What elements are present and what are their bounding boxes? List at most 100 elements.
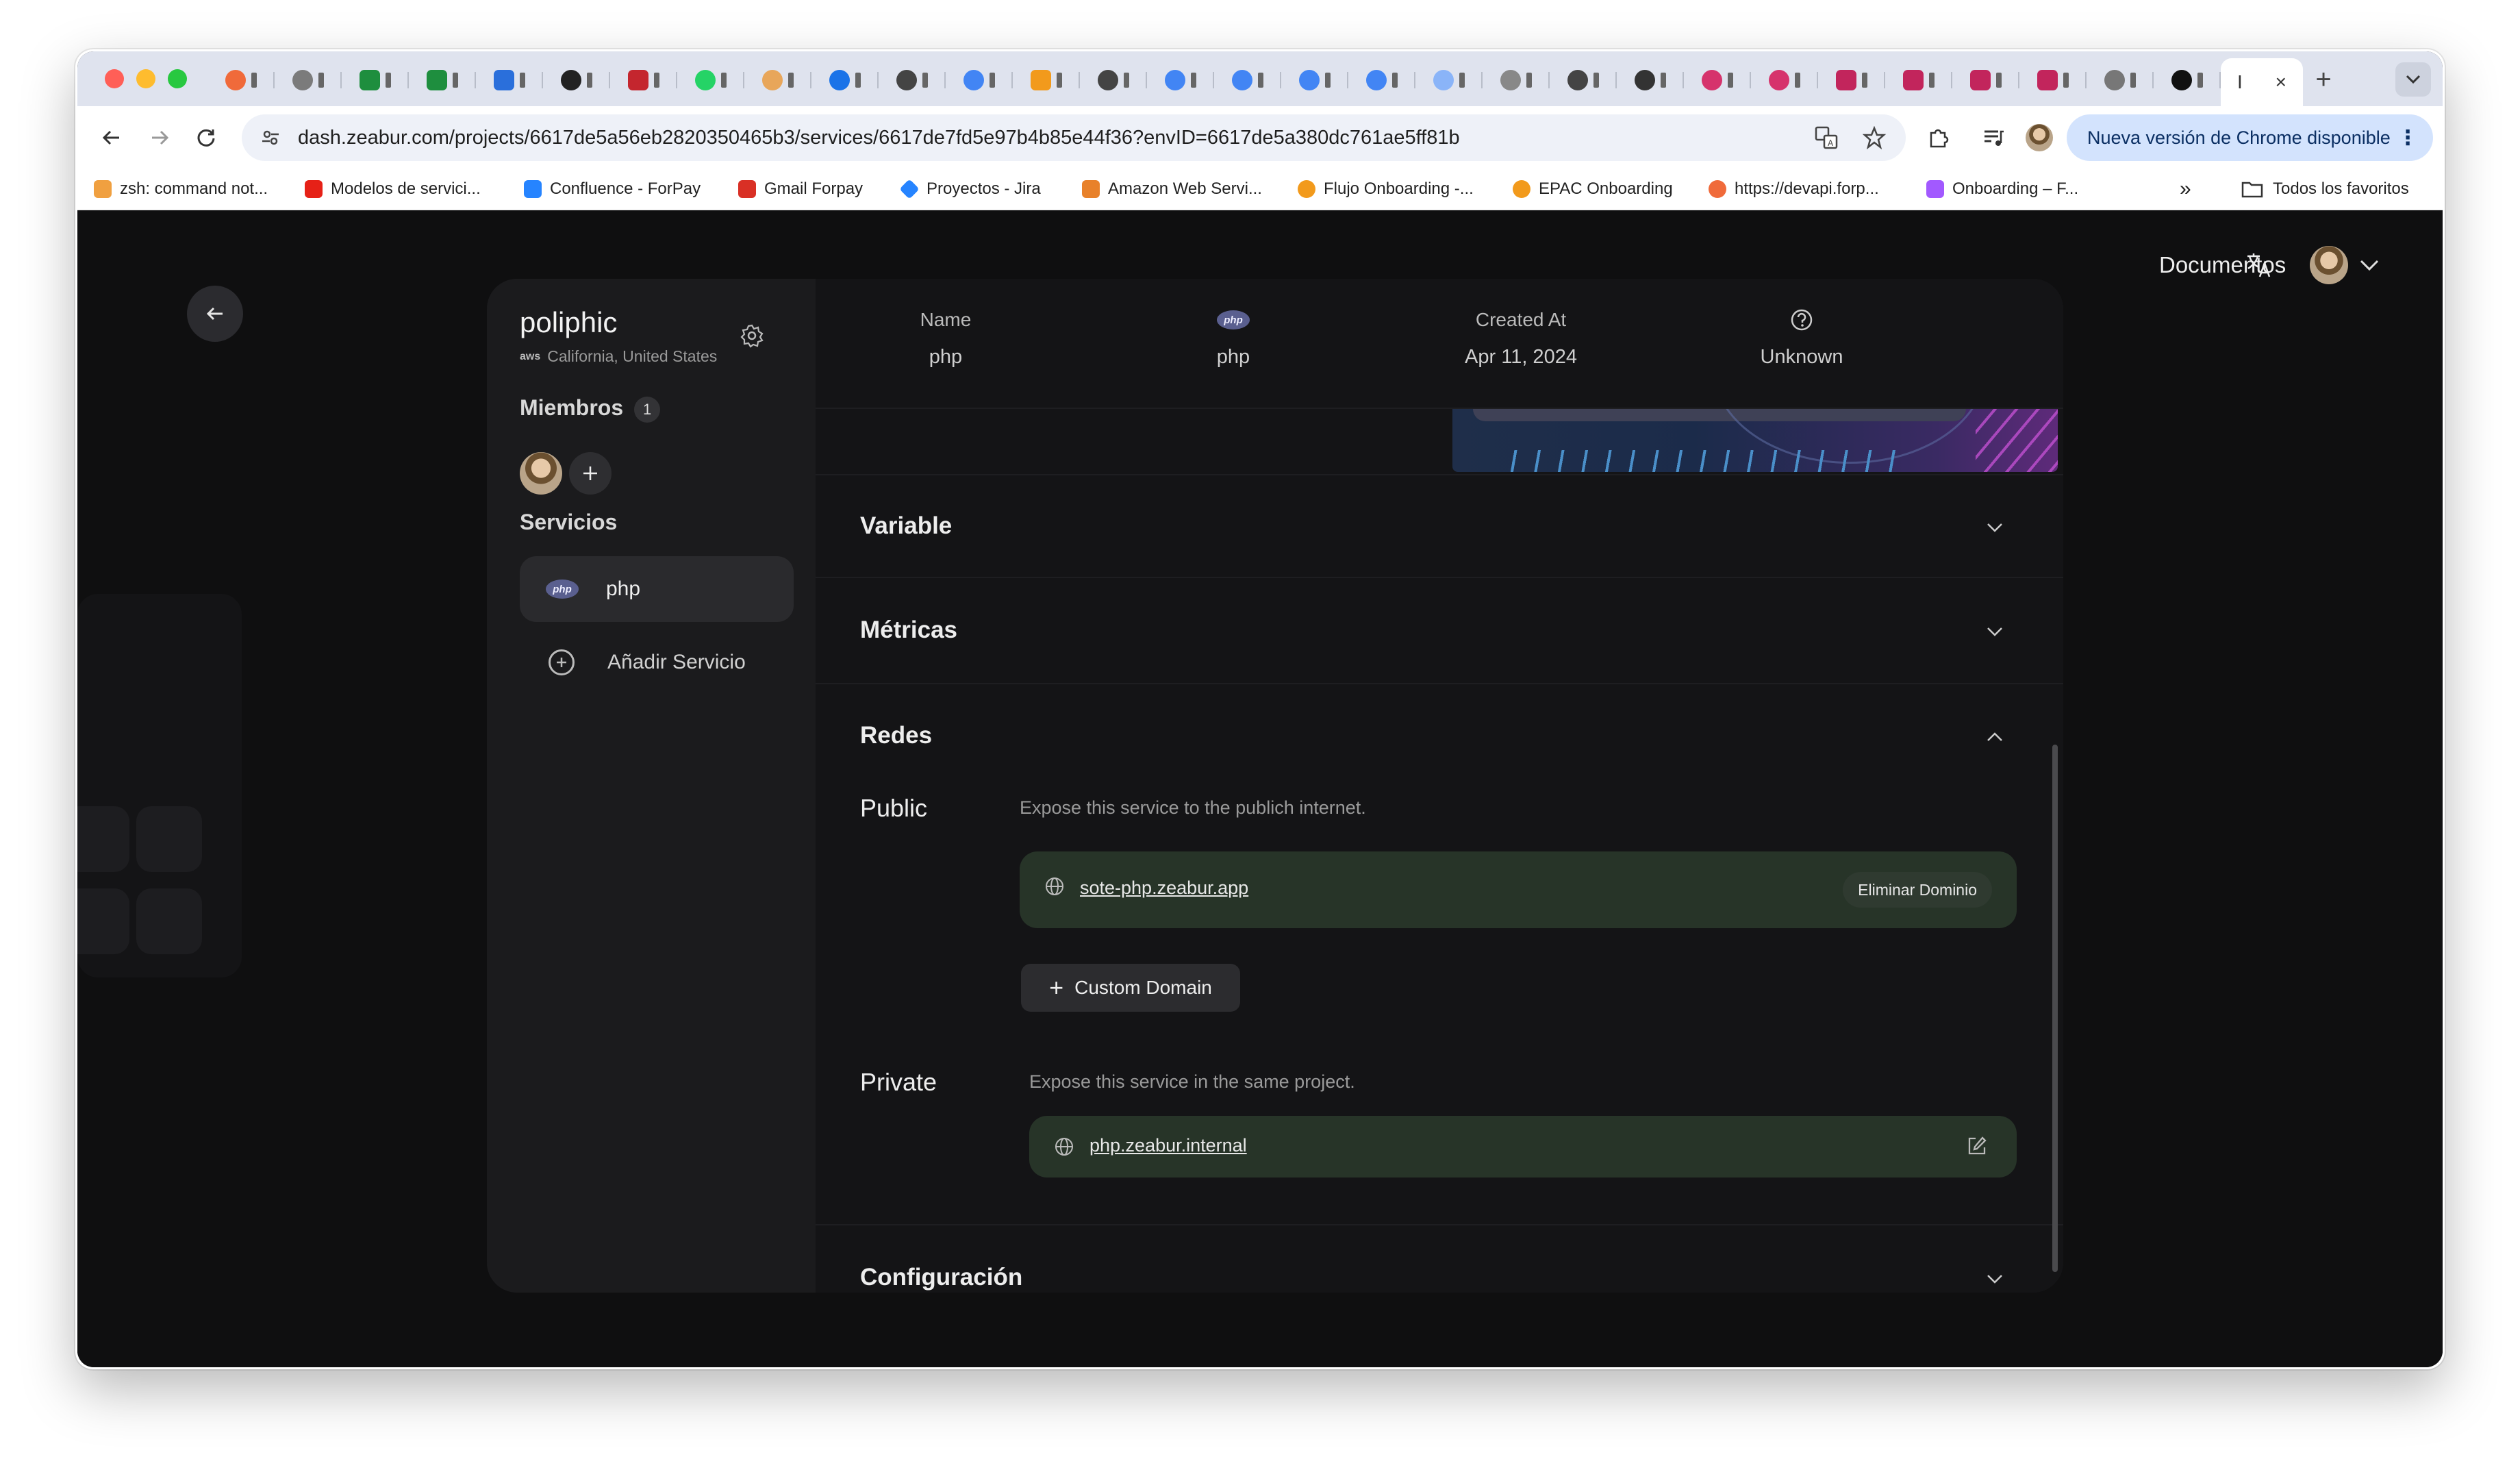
tab-active[interactable]: I × bbox=[2221, 58, 2303, 106]
edit-icon[interactable] bbox=[1966, 1135, 1989, 1158]
tab-search-button[interactable] bbox=[2395, 62, 2431, 97]
help-circle-icon bbox=[1791, 309, 1813, 331]
tab[interactable] bbox=[811, 60, 879, 101]
tab[interactable] bbox=[1415, 60, 1483, 101]
tab[interactable] bbox=[1147, 60, 1214, 101]
bookmark-item[interactable]: Gmail Forpay bbox=[738, 177, 863, 201]
tab[interactable] bbox=[677, 60, 744, 101]
favicon-icon bbox=[1769, 70, 1789, 90]
tab[interactable] bbox=[1751, 60, 1818, 101]
public-description: Expose this service to the publich inter… bbox=[1020, 797, 1366, 818]
bookmark-item[interactable]: EPAC Onboarding bbox=[1513, 177, 1673, 201]
tab[interactable] bbox=[409, 60, 476, 101]
gmail-icon bbox=[738, 180, 756, 198]
tab[interactable] bbox=[610, 60, 677, 101]
aws-icon: aws bbox=[520, 350, 541, 362]
section-metrics[interactable]: Métricas bbox=[816, 577, 2063, 683]
bookmark-item[interactable]: https://devapi.forp... bbox=[1709, 177, 1879, 201]
public-domain-link[interactable]: sote-php.zeabur.app bbox=[1080, 877, 1248, 899]
tab[interactable] bbox=[744, 60, 811, 101]
profile-avatar[interactable] bbox=[2026, 124, 2053, 151]
sync-icon bbox=[829, 70, 850, 90]
add-member-button[interactable] bbox=[569, 452, 612, 495]
service-item-php[interactable]: php php bbox=[520, 556, 794, 622]
favicon-icon bbox=[1433, 70, 1454, 90]
tab[interactable] bbox=[1952, 60, 2019, 101]
favicon-icon bbox=[628, 70, 648, 90]
bookmark-item[interactable]: Onboarding – F... bbox=[1926, 177, 2078, 201]
new-tab-button[interactable]: + bbox=[2303, 62, 2344, 97]
bookmark-item[interactable]: zsh: command not... bbox=[94, 177, 268, 201]
arrow-left-icon bbox=[102, 130, 119, 145]
add-service-button[interactable]: Añadir Servicio bbox=[520, 635, 794, 690]
back-button[interactable] bbox=[187, 286, 243, 342]
tab[interactable] bbox=[1013, 60, 1080, 101]
tab[interactable] bbox=[946, 60, 1013, 101]
tab[interactable] bbox=[2154, 60, 2221, 101]
tab[interactable] bbox=[476, 60, 543, 101]
back-button[interactable] bbox=[92, 119, 131, 157]
media-controls-icon[interactable] bbox=[1974, 119, 2013, 157]
globe-icon bbox=[1046, 877, 1063, 895]
user-menu[interactable] bbox=[2310, 238, 2380, 292]
tab[interactable] bbox=[207, 60, 275, 101]
tab[interactable] bbox=[1885, 60, 1952, 101]
tab[interactable] bbox=[1281, 60, 1348, 101]
tab[interactable] bbox=[543, 60, 610, 101]
tab[interactable] bbox=[342, 60, 409, 101]
reload-button[interactable] bbox=[187, 119, 225, 157]
active-tab-title: I bbox=[2236, 71, 2243, 92]
all-bookmarks-folder[interactable]: Todos los favoritos bbox=[2241, 177, 2409, 201]
project-settings-button[interactable] bbox=[735, 319, 769, 353]
custom-domain-button[interactable]: + Custom Domain bbox=[1021, 964, 1240, 1012]
public-label: Public bbox=[860, 794, 928, 822]
member-avatar[interactable] bbox=[520, 452, 562, 495]
extensions-icon[interactable] bbox=[1919, 119, 1958, 157]
tab[interactable] bbox=[1550, 60, 1617, 101]
tab[interactable] bbox=[879, 60, 946, 101]
bookmark-item[interactable]: Amazon Web Servi... bbox=[1082, 177, 1262, 201]
tab[interactable] bbox=[1080, 60, 1147, 101]
tab[interactable] bbox=[2019, 60, 2087, 101]
tab[interactable] bbox=[1214, 60, 1281, 101]
url-text[interactable]: dash.zeabur.com/projects/6617de5a56eb282… bbox=[298, 114, 1460, 161]
network-header[interactable]: Redes bbox=[860, 722, 932, 749]
tab[interactable] bbox=[1483, 60, 1550, 101]
site-settings-icon[interactable] bbox=[257, 124, 284, 151]
chrome-update-button[interactable]: Nueva versión de Chrome disponible ⋮ bbox=[2067, 114, 2433, 161]
bookmark-item[interactable]: Proyectos - Jira bbox=[899, 177, 1041, 201]
address-bar[interactable]: dash.zeabur.com/projects/6617de5a56eb282… bbox=[242, 114, 1906, 161]
close-tab-icon[interactable]: × bbox=[2276, 71, 2286, 93]
section-variable[interactable]: Variable bbox=[816, 474, 2063, 577]
translate-icon bbox=[2247, 253, 2271, 277]
tab[interactable] bbox=[275, 60, 342, 101]
zoom-window-button[interactable] bbox=[168, 69, 187, 88]
tab[interactable] bbox=[2087, 60, 2154, 101]
bookmark-item[interactable]: Flujo Onboarding -... bbox=[1298, 177, 1474, 201]
section-config[interactable]: Configuración bbox=[816, 1224, 2063, 1293]
minimize-window-button[interactable] bbox=[136, 69, 155, 88]
bookmark-star-icon[interactable] bbox=[1858, 121, 1891, 154]
tab[interactable] bbox=[1348, 60, 1415, 101]
scrollbar[interactable] bbox=[2052, 745, 2058, 1272]
tab[interactable] bbox=[1617, 60, 1684, 101]
language-button[interactable] bbox=[2245, 238, 2273, 292]
tab[interactable] bbox=[1818, 60, 1885, 101]
close-window-button[interactable] bbox=[105, 69, 124, 88]
chevron-up-icon[interactable] bbox=[1981, 723, 2008, 751]
translate-icon[interactable]: A bbox=[1810, 121, 1843, 154]
tab[interactable] bbox=[1684, 60, 1751, 101]
bookmark-item[interactable]: Confluence - ForPay bbox=[524, 177, 701, 201]
remove-domain-button[interactable]: Eliminar Dominio bbox=[1843, 872, 1992, 908]
private-description: Expose this service in the same project. bbox=[1029, 1071, 1355, 1092]
plus-circle-icon bbox=[549, 649, 575, 675]
chevron-down-icon bbox=[2360, 260, 2379, 271]
avatar bbox=[2310, 246, 2348, 284]
bookmarks-overflow-button[interactable]: » bbox=[2180, 177, 2191, 201]
chevron-down-icon bbox=[1981, 618, 2008, 645]
private-label: Private bbox=[860, 1068, 937, 1096]
private-domain-link[interactable]: php.zeabur.internal bbox=[1089, 1135, 1247, 1156]
forward-button[interactable] bbox=[140, 119, 179, 157]
bookmark-item[interactable]: Modelos de servici... bbox=[305, 177, 481, 201]
favicon-icon bbox=[1500, 70, 1521, 90]
